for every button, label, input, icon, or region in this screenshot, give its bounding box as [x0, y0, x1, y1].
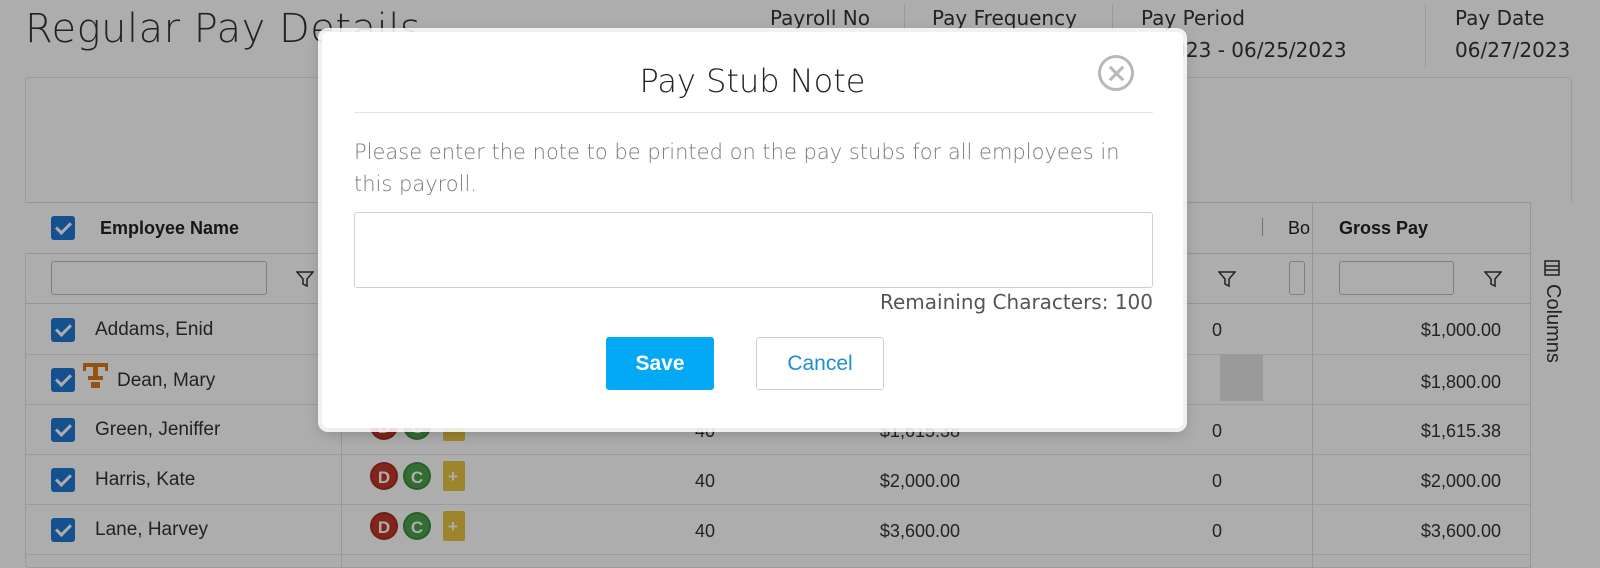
pay-stub-note-dialog: Pay Stub Note Please enter the note to b… [322, 32, 1183, 428]
remaining-characters: Remaining Characters: 100 [880, 290, 1153, 314]
close-icon[interactable] [1098, 55, 1134, 91]
dialog-divider [354, 112, 1153, 113]
dialog-title: Pay Stub Note [639, 62, 866, 100]
cancel-button[interactable]: Cancel [756, 337, 884, 390]
save-button[interactable]: Save [606, 337, 714, 390]
pay-stub-note-input[interactable] [354, 212, 1153, 288]
dialog-message: Please enter the note to be printed on t… [354, 140, 1120, 196]
